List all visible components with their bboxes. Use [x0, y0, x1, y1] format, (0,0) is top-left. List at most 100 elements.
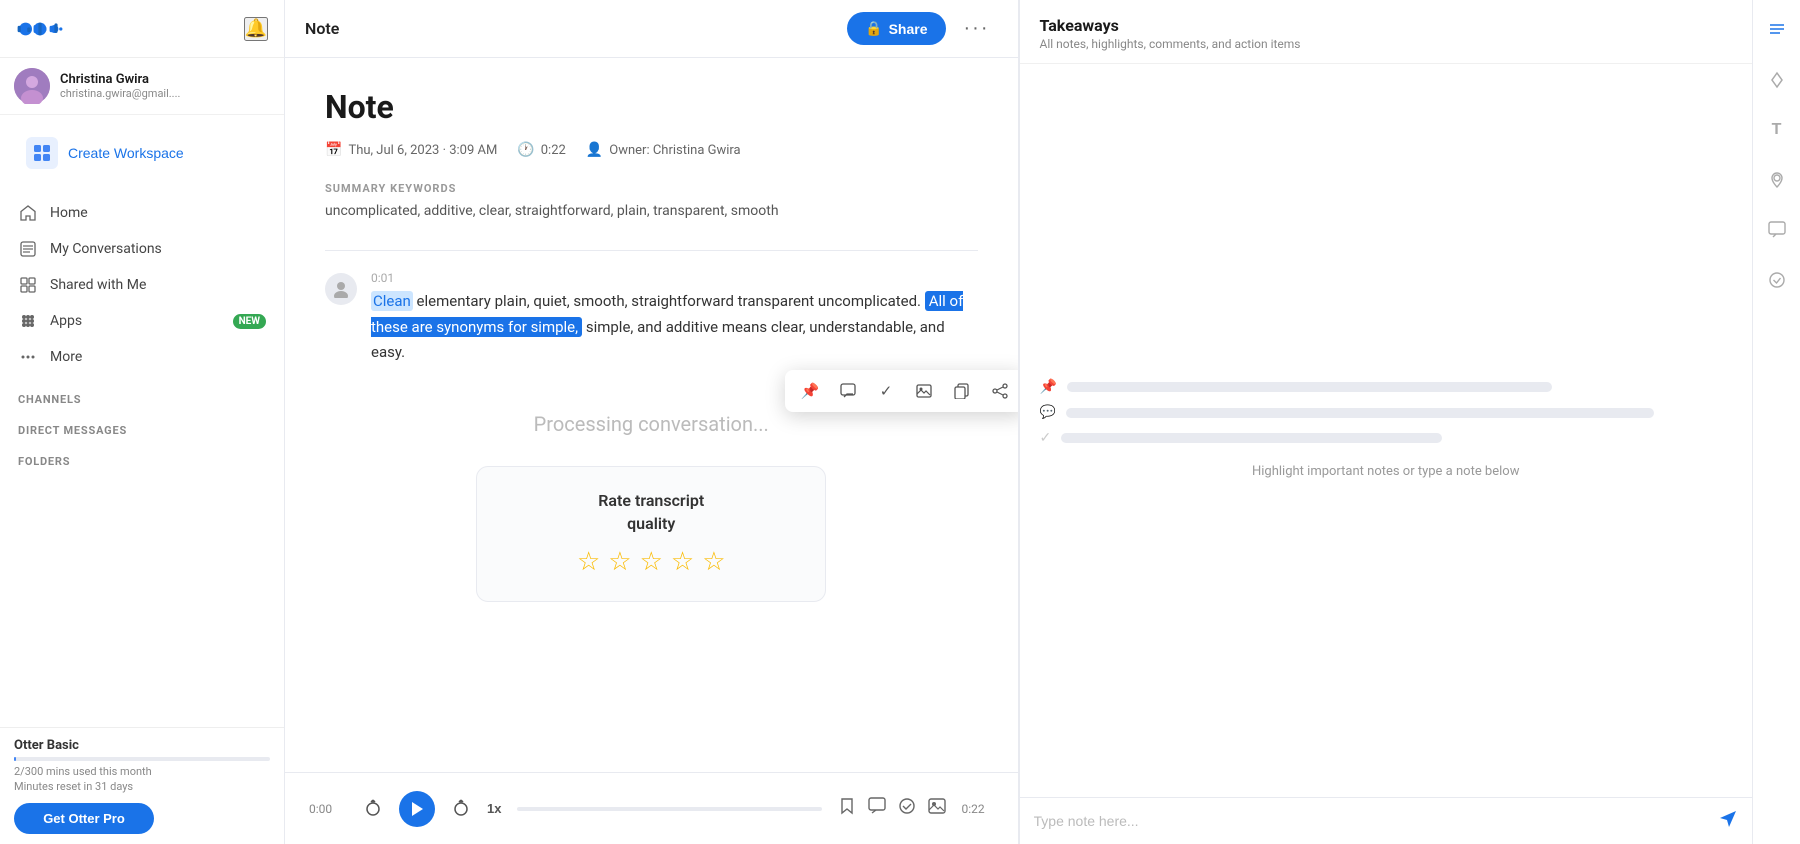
- user-name: Christina Gwira: [60, 72, 180, 87]
- transcript-time: 0:01: [371, 271, 978, 285]
- apps-icon: [18, 313, 38, 329]
- toolbar-pin-button[interactable]: 📌: [795, 376, 825, 406]
- plan-name: Otter Basic: [14, 738, 270, 753]
- comment-action-button[interactable]: [868, 797, 886, 820]
- transcript-text: Clean elementary plain, quiet, smooth, s…: [371, 289, 978, 366]
- home-icon: [18, 205, 38, 221]
- owner-icon: 👤: [586, 142, 603, 158]
- note-owner: 👤 Owner: Christina Gwira: [586, 142, 741, 158]
- takeaways-title: Takeaways: [1040, 16, 1733, 35]
- placeholder-row-2: 💬: [1040, 405, 1733, 420]
- star-3[interactable]: ☆: [640, 547, 663, 577]
- user-section[interactable]: Christina Gwira christina.gwira@gmail...…: [0, 58, 284, 115]
- get-otter-pro-button[interactable]: Get Otter Pro: [14, 803, 154, 834]
- folders-header: FOLDERS: [0, 441, 284, 472]
- apps-new-badge: New: [233, 314, 266, 329]
- play-button[interactable]: [399, 791, 435, 827]
- rewind-button[interactable]: [357, 793, 389, 825]
- topbar-title: Note: [305, 19, 339, 38]
- note-duration: 🕐 0:22: [517, 142, 566, 158]
- pin-placeholder-icon: 📌: [1040, 379, 1057, 395]
- tab-text-button[interactable]: T: [1759, 112, 1795, 148]
- placeholder-line-2: [1066, 408, 1655, 418]
- tab-takeaways-button[interactable]: [1759, 12, 1795, 48]
- summary-keywords: uncomplicated, additive, clear, straight…: [325, 201, 978, 222]
- audio-player: 0:00 1x: [285, 772, 1018, 844]
- sidebar: 🔔 Christina Gwira christina.gwira@gmail.…: [0, 0, 285, 844]
- check-placeholder-icon: ✓: [1040, 430, 1052, 446]
- sidebar-item-shared-with-me[interactable]: Shared with Me: [0, 267, 284, 303]
- right-panel: Takeaways All notes, highlights, comment…: [1019, 0, 1753, 844]
- star-rating[interactable]: ☆ ☆ ☆ ☆ ☆: [501, 547, 801, 577]
- sidebar-header: 🔔: [0, 0, 284, 58]
- clock-icon: 🕐: [517, 142, 534, 158]
- note-duration-text: 0:22: [541, 143, 566, 158]
- lock-share-icon: 🔒: [865, 20, 882, 37]
- sidebar-item-my-conversations[interactable]: My Conversations: [0, 231, 284, 267]
- time-start: 0:00: [309, 802, 341, 816]
- transcript-entry: 0:01 Clean elementary plain, quiet, smoo…: [325, 271, 978, 366]
- topbar: Note 🔒 Share ···: [285, 0, 1018, 58]
- content-wrapper: Note 🔒 Share ··· Note 📅 Thu, Jul 6, 2023…: [285, 0, 1800, 844]
- star-1[interactable]: ☆: [577, 547, 600, 577]
- avatar-image: [14, 68, 50, 104]
- nav-section: Home My Conversations Shared with Me App…: [0, 191, 284, 379]
- star-4[interactable]: ☆: [671, 547, 694, 577]
- channels-header: CHANNELS: [0, 379, 284, 410]
- more-options-button[interactable]: ···: [956, 13, 998, 44]
- sidebar-item-more[interactable]: More: [0, 339, 284, 375]
- toolbar-copy-button[interactable]: [947, 376, 977, 406]
- rate-title: Rate transcript: [501, 491, 801, 510]
- note-input[interactable]: [1034, 813, 1709, 829]
- forward-button[interactable]: [445, 793, 477, 825]
- toolbar-check-button[interactable]: ✓: [871, 376, 901, 406]
- tab-chat-button[interactable]: [1759, 212, 1795, 248]
- calendar-icon: 📅: [325, 142, 342, 158]
- note-title: Note: [325, 88, 978, 126]
- plan-progress-track: [14, 757, 270, 761]
- toolbar-comment-button[interactable]: [833, 376, 863, 406]
- note-date-text: Thu, Jul 6, 2023 · 3:09 AM: [348, 143, 497, 158]
- note-meta: 📅 Thu, Jul 6, 2023 · 3:09 AM 🕐 0:22 👤 Ow…: [325, 142, 978, 158]
- sidebar-item-apps-label: Apps: [50, 313, 221, 329]
- check-action-button[interactable]: [898, 797, 916, 820]
- takeaways-subtitle: All notes, highlights, comments, and act…: [1040, 37, 1733, 51]
- text-tab-icon: T: [1772, 121, 1782, 139]
- notification-bell-icon[interactable]: 🔔: [244, 17, 268, 41]
- takeaways-header: Takeaways All notes, highlights, comment…: [1020, 0, 1753, 64]
- tab-diamond-button[interactable]: [1759, 62, 1795, 98]
- toolbar-image-button[interactable]: [909, 376, 939, 406]
- main-content: Note 🔒 Share ··· Note 📅 Thu, Jul 6, 2023…: [285, 0, 1019, 844]
- comment-placeholder-icon: 💬: [1040, 405, 1056, 420]
- plan-section: Otter Basic 2/300 mins used this month M…: [0, 727, 284, 844]
- star-5[interactable]: ☆: [702, 547, 725, 577]
- user-email: christina.gwira@gmail....: [60, 87, 180, 100]
- placeholder-line-1: [1067, 382, 1552, 392]
- sidebar-item-apps[interactable]: Apps New: [0, 303, 284, 339]
- floating-toolbar: 📌 ✓: [785, 370, 1018, 412]
- player-actions: [838, 797, 946, 820]
- tab-location-button[interactable]: [1759, 162, 1795, 198]
- topbar-actions: 🔒 Share ···: [847, 12, 997, 45]
- image-action-button[interactable]: [928, 797, 946, 820]
- bookmark-action-button[interactable]: [838, 797, 856, 820]
- highlight-word: Clean: [371, 291, 413, 311]
- create-workspace-icon: [26, 137, 58, 169]
- logo: [16, 13, 64, 45]
- tab-check-button[interactable]: [1759, 262, 1795, 298]
- playback-speed-button[interactable]: 1x: [487, 801, 501, 816]
- toolbar-share-button[interactable]: [985, 376, 1015, 406]
- logo-icon: [16, 13, 64, 45]
- progress-bar[interactable]: [517, 807, 821, 811]
- send-note-button[interactable]: [1718, 808, 1738, 834]
- more-icon: [18, 349, 38, 365]
- sidebar-item-home[interactable]: Home: [0, 195, 284, 231]
- right-icon-tabs: T: [1752, 0, 1800, 844]
- create-workspace-button[interactable]: Create Workspace: [10, 123, 274, 183]
- summary-label: SUMMARY KEYWORDS: [325, 182, 978, 195]
- avatar: [14, 68, 50, 104]
- sidebar-item-shared-label: Shared with Me: [50, 277, 266, 293]
- share-button[interactable]: 🔒 Share: [847, 12, 945, 45]
- transcript-text-part1: elementary plain, quiet, smooth, straigh…: [417, 292, 925, 310]
- star-2[interactable]: ☆: [608, 547, 631, 577]
